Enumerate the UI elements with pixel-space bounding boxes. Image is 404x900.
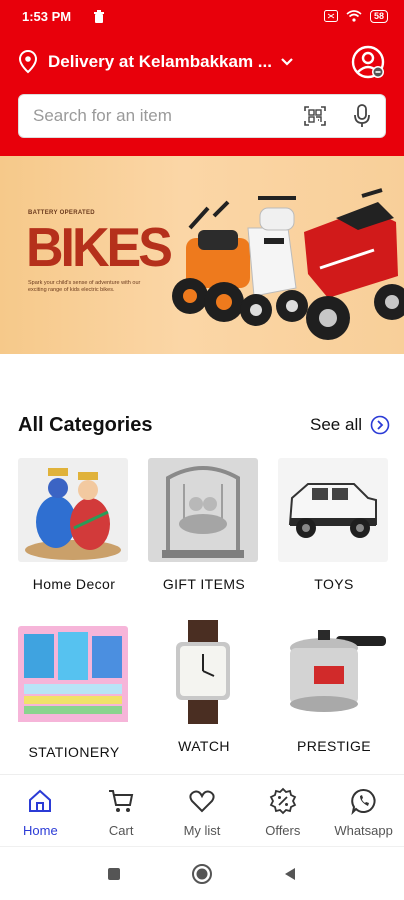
offers-icon	[269, 787, 296, 815]
nav-home-label: Home	[23, 823, 58, 838]
promo-banner[interactable]: BATTERY OPERATED BIKES Spark your child'…	[0, 156, 404, 354]
search-bar[interactable]	[18, 94, 386, 138]
home-icon	[29, 789, 52, 812]
scan-icon[interactable]	[303, 104, 327, 128]
orange-bike	[172, 200, 250, 322]
profile-icon[interactable]	[350, 44, 386, 80]
back-icon[interactable]	[283, 867, 297, 881]
whatsapp-icon	[350, 788, 376, 815]
banner-description: Spark your child's sense of adventure wi…	[28, 280, 141, 293]
status-icons: 58	[323, 9, 388, 23]
nav-cart-label: Cart	[108, 823, 134, 838]
nav-my-list[interactable]: My list	[162, 775, 243, 846]
category-tile[interactable]: TOYS	[278, 458, 390, 592]
toys-image	[278, 458, 388, 562]
chevron-down-icon	[281, 58, 293, 66]
category-label: Home Decor	[32, 576, 116, 592]
category-label: TOYS	[314, 576, 354, 592]
battery-level: 58	[369, 9, 388, 23]
mic-icon[interactable]	[353, 104, 371, 128]
categories-header: All Categories See all	[18, 410, 390, 440]
electric-bikes-image	[172, 188, 404, 340]
category-label: GIFT ITEMS	[162, 576, 246, 592]
nav-cart[interactable]: Cart	[81, 775, 162, 846]
category-tile[interactable]: PRESTIGE	[278, 620, 390, 754]
search-input[interactable]	[33, 106, 303, 126]
category-tile[interactable]: GIFT ITEMS	[148, 458, 260, 592]
cart-icon	[109, 790, 134, 812]
status-bar: 1:53 PM 58	[0, 0, 404, 32]
home-decor-image	[18, 458, 128, 562]
nav-whatsapp-label: Whatsapp	[334, 823, 393, 838]
location-pin-icon	[18, 50, 38, 74]
stationery-image	[18, 626, 128, 730]
banner-tagline: BATTERY OPERATED	[28, 210, 95, 216]
home-button-icon[interactable]	[191, 863, 213, 885]
gift-items-image	[148, 458, 258, 562]
recent-apps-icon[interactable]	[107, 867, 121, 881]
nav-offers[interactable]: Offers	[242, 775, 323, 846]
prestige-image	[278, 620, 388, 724]
category-label: PRESTIGE	[297, 738, 371, 754]
see-all-label: See all	[310, 415, 362, 434]
watch-image	[148, 620, 258, 724]
banner-title: BIKES	[26, 217, 173, 279]
see-all-link[interactable]: See all	[310, 415, 390, 435]
category-tile[interactable]: WATCH	[148, 620, 260, 754]
category-tile[interactable]: Home Decor	[18, 458, 130, 592]
nav-home[interactable]: Home	[0, 775, 81, 846]
sim-icon	[323, 10, 338, 22]
nav-my-list-label: My list	[183, 823, 221, 838]
wifi-icon	[346, 10, 362, 22]
category-label: STATIONERY	[28, 744, 120, 760]
bottom-navigation: Home Cart My list Offers Whatsapp	[0, 774, 404, 846]
status-time: 1:53 PM	[22, 8, 72, 24]
app-header: Delivery at Kelambakkam ...	[0, 32, 404, 156]
red-sportbike	[304, 188, 404, 340]
delivery-location-selector[interactable]: Delivery at Kelambakkam ...	[18, 46, 338, 78]
white-scooter	[240, 196, 308, 326]
category-tile[interactable]: STATIONERY	[18, 626, 130, 760]
categories-title: All Categories	[18, 413, 153, 436]
chevron-right-circle-icon	[370, 415, 390, 435]
nav-offers-label: Offers	[265, 823, 301, 838]
nav-whatsapp[interactable]: Whatsapp	[323, 775, 404, 846]
delivery-label: Delivery at Kelambakkam ...	[48, 52, 272, 71]
system-navigation-bar	[0, 846, 404, 900]
heart-icon	[189, 790, 215, 813]
category-label: WATCH	[178, 738, 230, 754]
trash-icon	[94, 9, 105, 23]
